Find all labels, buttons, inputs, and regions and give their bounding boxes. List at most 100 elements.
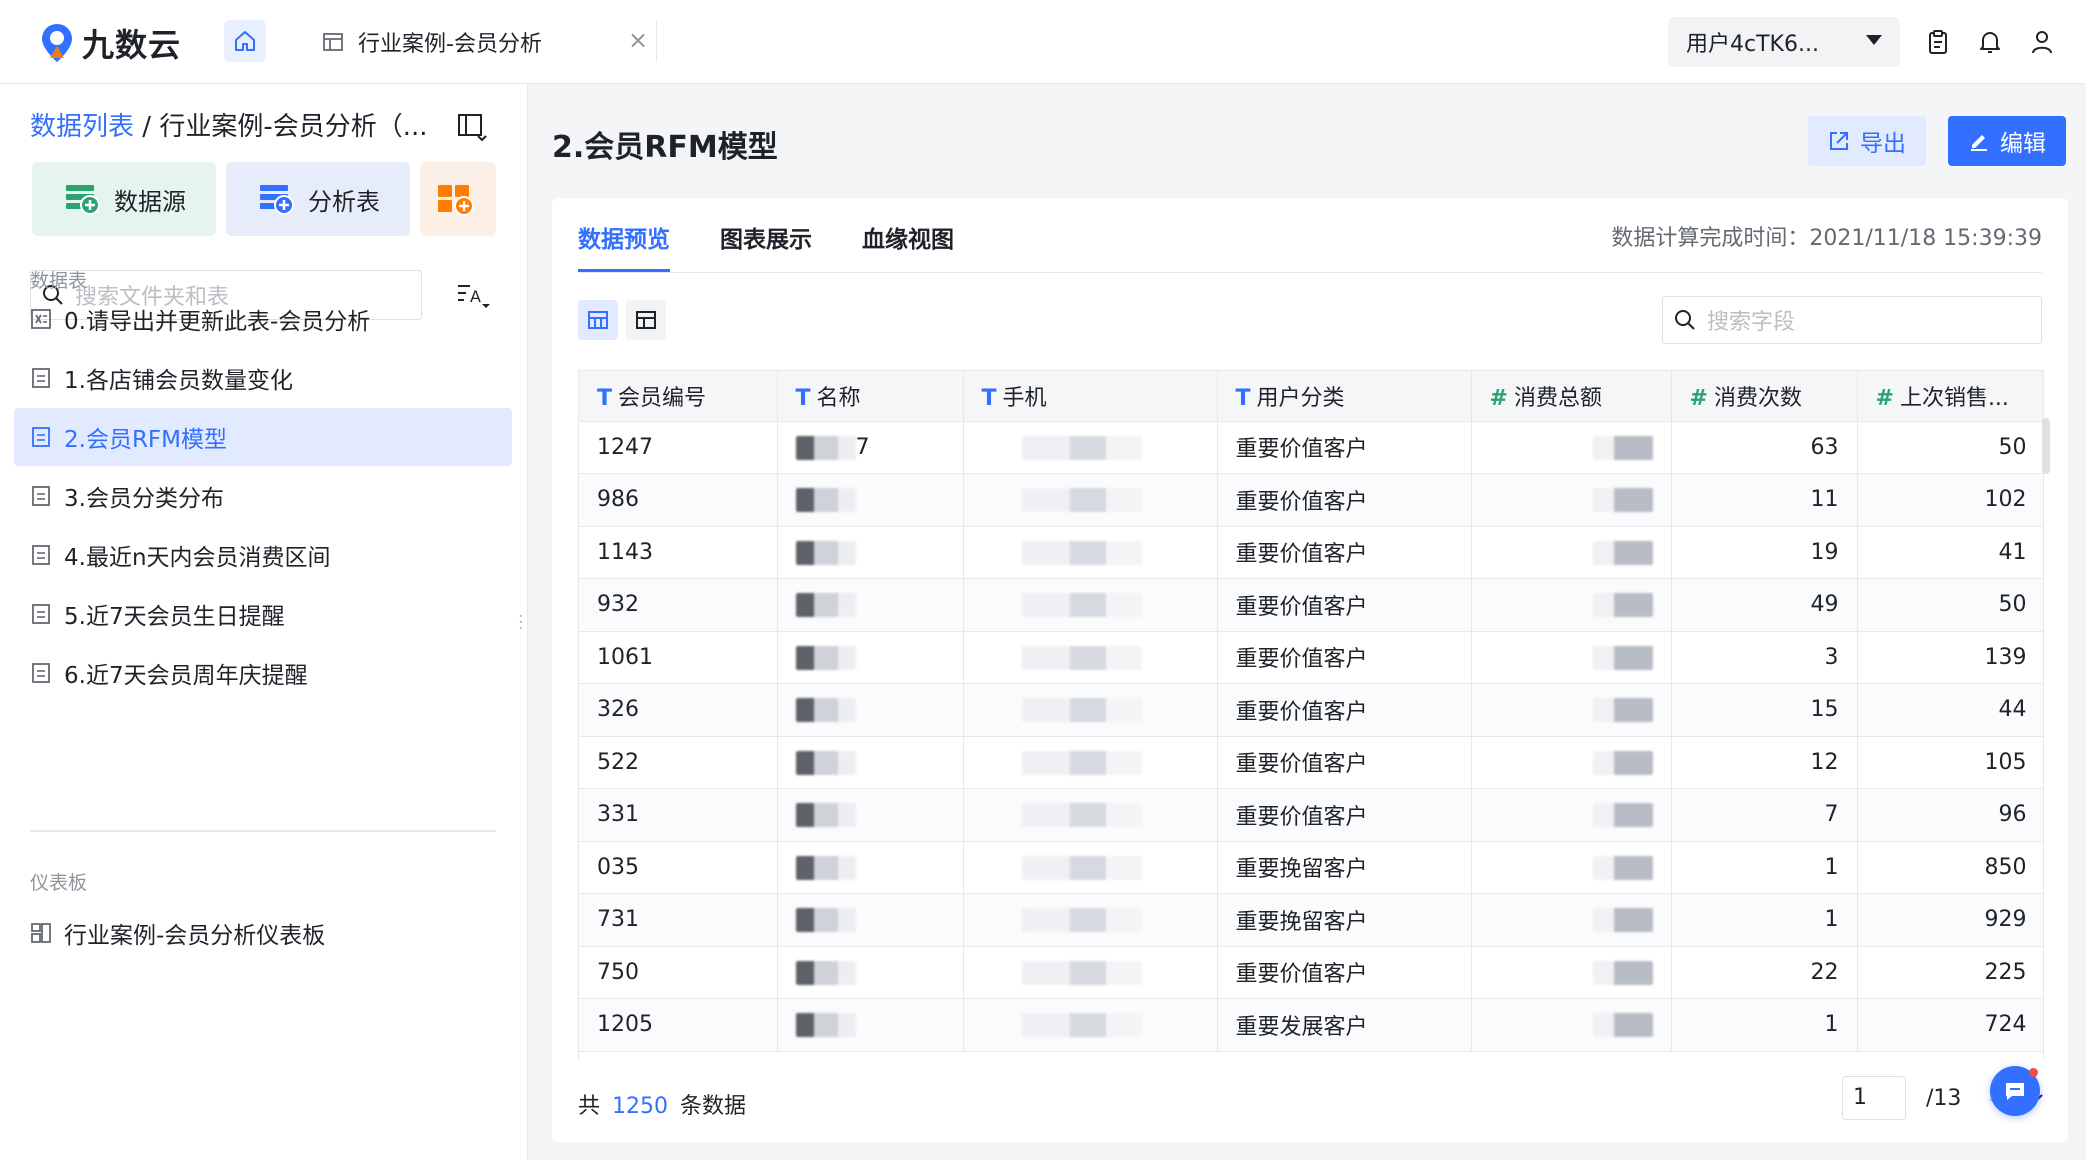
cell-value: 1143 (597, 539, 653, 565)
doc-icon (32, 604, 50, 624)
column-header[interactable]: T 用户分类 (1217, 371, 1472, 422)
home-button[interactable] (224, 20, 266, 62)
table-cell (1471, 788, 1672, 842)
table-cell: 331 (579, 788, 778, 842)
column-header[interactable]: # 消费次数 (1671, 371, 1858, 422)
chat-support-button[interactable] (1990, 1066, 2040, 1116)
add-datasource-button[interactable]: 数据源 (32, 162, 216, 236)
sidebar-item-0[interactable]: 0.请导出并更新此表-会员分析 (14, 290, 512, 348)
column-label: 手机 (1002, 385, 1047, 411)
table-cell (777, 736, 964, 789)
sidebar-item-dashboard[interactable]: 行业案例-会员分析仪表板 (14, 904, 512, 962)
number-type-icon: # (1875, 385, 1894, 411)
breadcrumb-link[interactable]: 数据列表 (30, 112, 134, 142)
datasource-label: 数据源 (114, 187, 186, 216)
open-tab[interactable]: 行业案例-会员分析 × (322, 20, 648, 64)
sidebar-item-3[interactable]: 3.会员分类分布 (14, 467, 512, 525)
column-header[interactable]: T 名称 (777, 371, 964, 422)
table-cell (963, 526, 1218, 579)
clipboard-icon[interactable] (1922, 26, 1954, 58)
cell-value: 重要发展客户 (1235, 1014, 1368, 1040)
table-cell: 重要价值客户 (1217, 473, 1472, 527)
table-cell: 7 (777, 421, 964, 474)
close-tab-icon[interactable]: × (628, 26, 648, 54)
field-search-input[interactable]: 搜索字段 (1662, 296, 2042, 344)
collapse-sidebar-icon[interactable] (456, 110, 488, 142)
doc-icon (32, 545, 50, 565)
redacted-value (795, 645, 856, 670)
tab-lineage[interactable]: 血缘视图 (862, 198, 954, 272)
add-dashboard-button[interactable] (420, 162, 496, 236)
cell-value: 986 (597, 487, 639, 513)
cell-value: 重要价值客户 (1235, 804, 1368, 830)
table-row[interactable]: 1143 重要价值客户 19 41 (579, 526, 2043, 579)
bell-icon[interactable] (1974, 26, 2006, 58)
table-cell (777, 841, 964, 894)
sidebar-item-6[interactable]: 6.近7天会员周年庆提醒 (14, 644, 512, 702)
sidebar-item-label: 0.请导出并更新此表-会员分析 (64, 309, 371, 335)
table-row[interactable]: 522 重要价值客户 12 105 (579, 736, 2043, 789)
table-cell (963, 683, 1218, 737)
user-select[interactable]: 用户4cTK6... (1668, 17, 1900, 67)
column-label: 会员编号 (618, 385, 707, 411)
sidebar-item-label: 1.各店铺会员数量变化 (64, 368, 293, 394)
table-row[interactable]: 731 重要挽留客户 1 929 (579, 893, 2043, 947)
cell-value: 225 (1984, 959, 2027, 985)
table-header-row: T 会员编号 T 名称 T 手机 T 用户分类 # 消费总额 # 消费次数 # 上次销售... (579, 371, 2043, 422)
redacted-value (1592, 488, 1653, 513)
table-cell: 139 (1857, 631, 2043, 684)
table-row[interactable]: 932 重要价值客户 49 50 (579, 578, 2043, 632)
column-header[interactable]: T 手机 (963, 371, 1218, 422)
export-button[interactable]: 导出 (1808, 116, 1926, 166)
sidebar-item-4[interactable]: 4.最近n天内会员消费区间 (14, 526, 512, 584)
cell-value: 522 (597, 749, 639, 775)
table-cell (1471, 421, 1672, 474)
sidebar-item-5[interactable]: 5.近7天会员生日提醒 (14, 585, 512, 643)
table-row[interactable]: 750 重要价值客户 22 225 (579, 946, 2043, 999)
grid-view-button[interactable] (578, 300, 618, 340)
table-row[interactable]: 1205 重要发展客户 1 724 (579, 998, 2043, 1052)
table-row[interactable]: 1247 7 重要价值客户 63 50 (579, 421, 2043, 474)
page-number-input[interactable]: 1 (1842, 1076, 1906, 1120)
cell-value: 重要价值客户 (1235, 489, 1368, 515)
table-cell (1471, 998, 1672, 1052)
user-label: 用户4cTK6... (1686, 32, 1819, 57)
doc-icon (32, 368, 50, 388)
page-total: /13 (1926, 1086, 1962, 1111)
table-row[interactable]: 986 重要价值客户 11 102 (579, 473, 2043, 527)
table-row[interactable]: 1061 重要价值客户 3 139 (579, 631, 2043, 684)
column-header[interactable]: # 上次销售... (1857, 371, 2043, 422)
tab-chart[interactable]: 图表展示 (720, 198, 812, 272)
cell-value: 1 (1824, 854, 1839, 880)
table-cell: 225 (1857, 946, 2043, 999)
sidebar-item-2[interactable]: 2.会员RFM模型 (14, 408, 512, 466)
table-icon (323, 33, 343, 51)
edit-button[interactable]: 编辑 (1948, 116, 2066, 166)
table-scrollbar[interactable] (2042, 418, 2050, 474)
add-analysis-button[interactable]: 分析表 (226, 162, 410, 236)
column-label: 上次销售... (1899, 385, 2009, 411)
table-row[interactable]: 331 重要价值客户 7 96 (579, 788, 2043, 842)
redacted-value (795, 960, 856, 985)
tab-preview[interactable]: 数据预览 (578, 198, 670, 272)
table-row[interactable]: 326 重要价值客户 15 44 (579, 683, 2043, 737)
logo-text: 九数云 (82, 26, 182, 64)
table-cell: 重要价值客户 (1217, 683, 1472, 737)
layout-view-button[interactable] (626, 300, 666, 340)
redacted-value (1021, 698, 1142, 723)
redacted-value (795, 908, 856, 933)
redacted-value (1021, 908, 1142, 933)
column-header[interactable]: T 会员编号 (579, 371, 778, 422)
cell-value: 49 (1810, 592, 1839, 618)
table-cell: 731 (579, 893, 778, 947)
user-icon[interactable] (2026, 26, 2058, 58)
sidebar-item-1[interactable]: 1.各店铺会员数量变化 (14, 349, 512, 407)
table-row[interactable]: 035 重要挽留客户 1 850 (579, 841, 2043, 894)
excel-table-icon (31, 309, 51, 329)
table-cell: 102 (1857, 473, 2043, 527)
column-header[interactable]: # 消费总额 (1471, 371, 1672, 422)
cell-value: 50 (1998, 592, 2027, 618)
layout-view-icon (636, 311, 656, 329)
resize-handle[interactable]: · · · (518, 608, 524, 638)
logo[interactable]: 九数云 (40, 20, 181, 66)
